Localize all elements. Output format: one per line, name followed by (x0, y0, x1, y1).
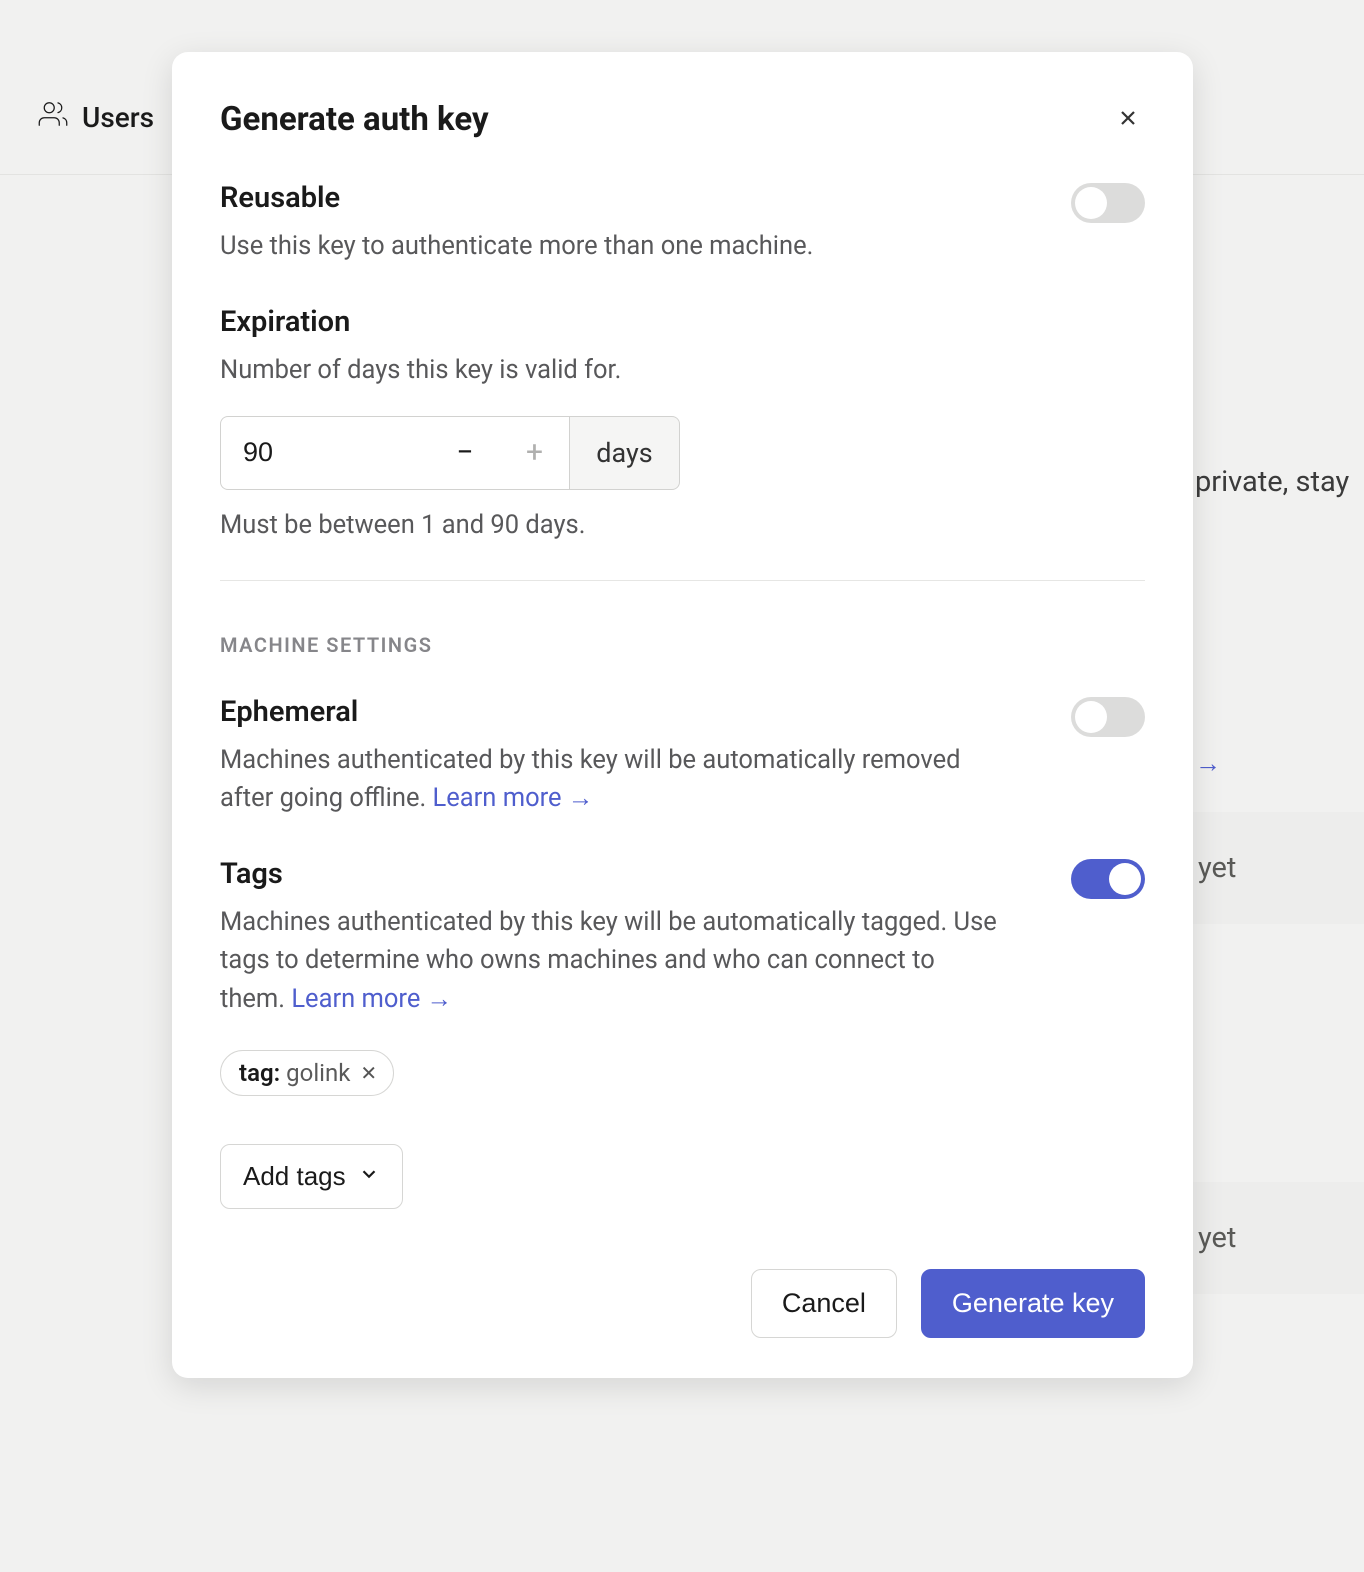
plus-icon: + (526, 435, 543, 470)
nav-item-users[interactable]: Users (38, 99, 154, 136)
expiration-description: Number of days this key is valid for. (220, 351, 1000, 389)
expiration-decrement[interactable]: − (430, 416, 500, 490)
tags-description: Machines authenticated by this key will … (220, 903, 1000, 1018)
expiration-input-group: − + days (220, 416, 680, 490)
generate-key-button[interactable]: Generate key (921, 1269, 1145, 1338)
ephemeral-heading: Ephemeral (220, 695, 1000, 729)
background-text-fragment: private, stay (1195, 465, 1349, 499)
tag-chip-prefix: tag: (239, 1059, 280, 1087)
tags-setting: Tags Machines authenticated by this key … (220, 857, 1145, 1018)
ephemeral-setting: Ephemeral Machines authenticated by this… (220, 695, 1145, 818)
reusable-description: Use this key to authenticate more than o… (220, 227, 813, 265)
chevron-down-icon (358, 1161, 380, 1192)
divider (220, 580, 1145, 581)
machine-settings-label: MACHINE SETTINGS (220, 633, 1145, 657)
reusable-setting: Reusable Use this key to authenticate mo… (220, 181, 1145, 265)
add-tags-button[interactable]: Add tags (220, 1144, 403, 1209)
close-button[interactable] (1111, 103, 1145, 137)
ephemeral-toggle[interactable] (1071, 697, 1145, 737)
reusable-heading: Reusable (220, 181, 813, 215)
expiration-hint: Must be between 1 and 90 days. (220, 510, 1145, 540)
minus-icon: − (456, 435, 473, 470)
nav-item-users-label: Users (82, 101, 154, 134)
background-arrow-icon[interactable]: → (1195, 748, 1221, 779)
reusable-toggle[interactable] (1071, 183, 1145, 223)
expiration-setting: Expiration Number of days this key is va… (220, 305, 1145, 539)
ephemeral-learn-more-link[interactable]: Learn more (433, 783, 594, 813)
tags-learn-more-link[interactable]: Learn more (291, 984, 452, 1014)
ephemeral-description: Machines authenticated by this key will … (220, 741, 1000, 818)
add-tags-label: Add tags (243, 1161, 346, 1192)
modal-title: Generate auth key (220, 100, 489, 139)
close-icon (1116, 106, 1140, 133)
cancel-button[interactable]: Cancel (751, 1269, 897, 1338)
expiration-heading: Expiration (220, 305, 1145, 339)
expiration-unit-label: days (570, 416, 680, 490)
background-row-2: yet (1184, 1182, 1364, 1294)
x-icon: ✕ (360, 1061, 377, 1085)
generate-auth-key-modal: Generate auth key Reusable Use this key … (172, 52, 1193, 1378)
expiration-value-input[interactable] (220, 416, 430, 490)
users-icon (38, 99, 68, 136)
tag-chip-name: golink (286, 1059, 350, 1087)
tag-chip: tag:golink ✕ (220, 1050, 394, 1096)
expiration-increment[interactable]: + (500, 416, 570, 490)
tags-heading: Tags (220, 857, 1000, 891)
tags-toggle[interactable] (1071, 859, 1145, 899)
tag-chip-remove[interactable]: ✕ (360, 1061, 377, 1085)
background-row-1: yet (1184, 812, 1364, 924)
